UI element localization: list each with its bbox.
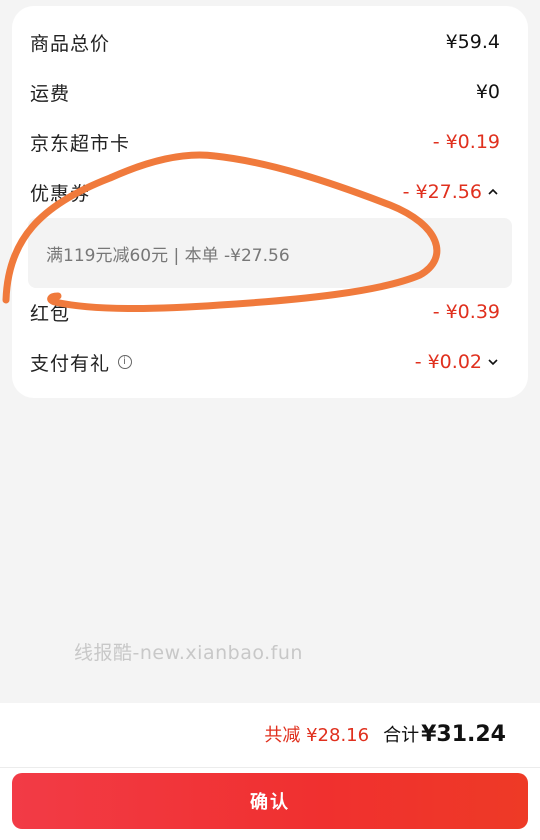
- info-icon[interactable]: i: [118, 355, 133, 369]
- shipping-label: 运费: [30, 82, 71, 105]
- payment-gift-label: 支付有礼: [30, 352, 111, 375]
- payment-gift-label-group: 支付有礼 i: [30, 349, 133, 376]
- watermark-text: 线报酷-new.xianbao.fun: [74, 642, 303, 664]
- total-label: 合计: [383, 725, 420, 746]
- row-goods-total: 商品总价 ¥59.4: [30, 22, 500, 62]
- coupon-value-group[interactable]: - ¥27.56: [403, 181, 500, 203]
- shipping-value: ¥0: [475, 81, 500, 103]
- coupon-detail: 满119元减60元 | 本单 -¥27.56: [28, 218, 512, 288]
- payment-gift-value: - ¥0.02: [414, 351, 482, 373]
- checkout-footer: 共减 ¥28.16 合计 ¥31.24 确认: [0, 703, 540, 840]
- goods-total-label: 商品总价: [30, 32, 111, 55]
- chevron-down-icon[interactable]: [486, 355, 500, 369]
- coupon-label: 优惠券: [30, 182, 91, 205]
- row-red-packet: 红包 - ¥0.39: [30, 292, 500, 332]
- coupon-value: - ¥27.56: [402, 181, 482, 203]
- payment-gift-value-group[interactable]: - ¥0.02: [415, 351, 500, 373]
- price-breakdown-card: 商品总价 ¥59.4 运费 ¥0 京东超市卡 - ¥0.19 优惠券 - ¥27…: [12, 6, 528, 398]
- row-coupon[interactable]: 优惠券 - ¥27.56: [30, 172, 500, 212]
- row-payment-gift[interactable]: 支付有礼 i - ¥0.02: [30, 342, 500, 382]
- footer-divider: [0, 767, 540, 768]
- confirm-button[interactable]: 确认: [12, 773, 528, 829]
- order-price-detail-page: 商品总价 ¥59.4 运费 ¥0 京东超市卡 - ¥0.19 优惠券 - ¥27…: [0, 0, 540, 840]
- row-supermarket-card: 京东超市卡 - ¥0.19: [30, 122, 500, 162]
- total-saved: 共减 ¥28.16: [264, 725, 370, 746]
- row-shipping: 运费 ¥0: [30, 72, 500, 112]
- red-packet-value: - ¥0.39: [432, 301, 500, 323]
- supermarket-card-value: - ¥0.19: [432, 131, 500, 153]
- total-value: ¥31.24: [421, 722, 506, 747]
- chevron-up-icon[interactable]: [486, 185, 500, 199]
- red-packet-label: 红包: [30, 302, 71, 325]
- price-summary: 共减 ¥28.16 合计 ¥31.24: [264, 721, 506, 755]
- goods-total-value: ¥59.4: [445, 31, 500, 53]
- supermarket-card-label: 京东超市卡: [30, 132, 131, 155]
- coupon-detail-text: 满119元减60元 | 本单 -¥27.56: [46, 245, 290, 266]
